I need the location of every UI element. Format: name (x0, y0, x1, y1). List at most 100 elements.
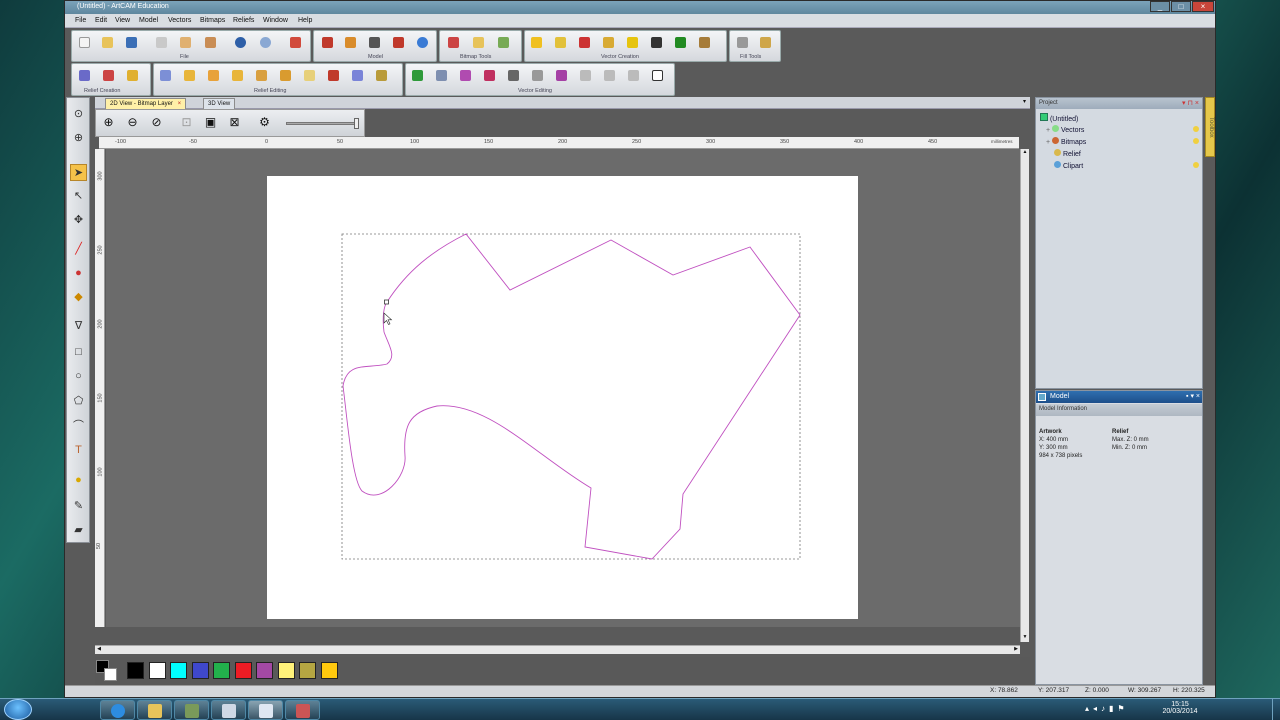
bitmaps-visibility-icon[interactable] (1193, 138, 1199, 144)
panel-pin-icon[interactable]: ▾ ⊓ × (1182, 99, 1199, 107)
menu-vectors[interactable]: Vectors (168, 17, 191, 24)
drop-icon[interactable]: ● (70, 472, 87, 489)
taskbar-internet-explorer[interactable] (100, 700, 135, 720)
clipart-visibility-icon[interactable] (1193, 162, 1199, 168)
relief-mirror-icon[interactable] (301, 67, 318, 84)
vector-node-edit-icon[interactable] (409, 67, 426, 84)
color-swatch[interactable] (213, 662, 230, 679)
paste-icon[interactable] (202, 34, 219, 51)
brightness-slider[interactable] (286, 118, 359, 129)
tabs-dropdown-icon[interactable]: ▾ (1023, 98, 1026, 105)
copy-icon[interactable] (177, 34, 194, 51)
zoom-box-icon[interactable]: ⊡ (178, 115, 195, 132)
project-item-bitmaps[interactable]: + Bitmaps (1046, 137, 1086, 146)
color-swatch[interactable] (170, 662, 187, 679)
polygon-icon[interactable]: ⬠ (70, 393, 87, 410)
bitmap-vectorise-icon[interactable] (495, 34, 512, 51)
relief-scale-icon[interactable] (181, 67, 198, 84)
two-rail-sweep-icon[interactable] (124, 67, 141, 84)
vector-fillet-icon[interactable] (529, 67, 546, 84)
menu-reliefs[interactable]: Reliefs (233, 17, 254, 24)
color-swatch[interactable] (148, 662, 166, 679)
relief-fade-icon[interactable] (229, 67, 246, 84)
vector-grid-icon[interactable] (672, 34, 689, 51)
menu-bitmaps[interactable]: Bitmaps (200, 17, 225, 24)
fill-offset-icon[interactable] (757, 34, 774, 51)
vector-star-icon[interactable] (624, 34, 641, 51)
zoom-in-icon[interactable]: ⊕ (100, 115, 117, 132)
relief-zero-icon[interactable] (277, 67, 294, 84)
polyline-icon[interactable]: ╱ (70, 241, 87, 258)
menu-help[interactable]: Help (298, 17, 312, 24)
relief-bevel-icon[interactable] (373, 67, 390, 84)
globe-grid-icon[interactable]: ⊕ (70, 130, 87, 147)
zoom-out-icon[interactable]: ⊖ (124, 115, 141, 132)
fill-bucket-icon[interactable]: ◆ (70, 289, 87, 306)
text-tool-icon[interactable]: T (70, 442, 87, 459)
relief-diamond-icon[interactable] (349, 67, 366, 84)
undo-icon[interactable] (232, 34, 249, 51)
vector-transform-icon[interactable] (433, 67, 450, 84)
circle-icon[interactable]: ○ (70, 368, 87, 385)
model-globe-icon[interactable] (414, 34, 431, 51)
vertical-scrollbar[interactable]: ▲ ▼ (1020, 149, 1029, 642)
bezier-icon[interactable]: ∇ (70, 318, 87, 335)
color-swatch[interactable] (127, 662, 144, 679)
horizontal-scrollbar[interactable]: ◀ ▶ (95, 645, 1020, 654)
color-swatch[interactable] (320, 662, 338, 679)
save-icon[interactable] (123, 34, 140, 51)
show-desktop-button[interactable] (1272, 699, 1280, 720)
extrude-icon[interactable] (100, 67, 117, 84)
vector-close-icon[interactable] (625, 67, 642, 84)
cut-icon[interactable] (153, 34, 170, 51)
color-swatch[interactable] (191, 662, 209, 679)
tab-3d-view[interactable]: 3D View (203, 98, 236, 109)
tab-close-icon[interactable]: × (178, 101, 182, 107)
vectors-visibility-icon[interactable] (1193, 126, 1199, 132)
scroll-left-icon[interactable]: ◀ (95, 646, 103, 654)
redo-icon[interactable] (257, 34, 274, 51)
scroll-down-icon[interactable]: ▼ (1021, 634, 1029, 642)
vector-node-handle[interactable] (384, 299, 389, 305)
toolbox-tab[interactable]: Toolbox (1205, 97, 1215, 157)
minimize-button[interactable]: _ (1150, 1, 1170, 12)
bitmap-fill-icon[interactable] (470, 34, 487, 51)
slider-handle[interactable] (354, 118, 359, 129)
system-clock[interactable]: 15:15 20/03/2014 (1160, 701, 1200, 715)
view-settings-icon[interactable]: ⚙ (256, 115, 273, 132)
relief-offset-icon[interactable] (205, 67, 222, 84)
system-tray-icons[interactable]: ▴◂♪▮⚑ (1085, 704, 1129, 713)
menu-window[interactable]: Window (263, 17, 288, 24)
menu-edit[interactable]: Edit (95, 17, 107, 24)
vector-join-icon[interactable] (601, 67, 618, 84)
model-resolution-icon[interactable] (366, 34, 383, 51)
scroll-up-icon[interactable]: ▲ (1021, 149, 1029, 157)
vector-trim-icon[interactable] (481, 67, 498, 84)
model-setup-icon[interactable] (319, 34, 336, 51)
new-file-icon[interactable] (76, 34, 93, 51)
zoom-fit-icon[interactable]: ⊙ (70, 106, 87, 123)
brush-icon[interactable]: ✎ (70, 498, 87, 515)
scroll-right-icon[interactable]: ▶ (1012, 646, 1020, 654)
open-folder-icon[interactable] (99, 34, 116, 51)
color-swatch[interactable] (234, 662, 252, 679)
vector-arrow-icon[interactable] (552, 34, 569, 51)
model-panel-controls-icon[interactable]: ▪ ▾ × (1186, 392, 1200, 400)
eraser-icon[interactable]: ▰ (70, 522, 87, 539)
menu-file[interactable]: File (75, 17, 86, 24)
vector-rotate-icon[interactable] (577, 67, 594, 84)
relief-smooth-icon[interactable] (157, 67, 174, 84)
vector-weld-icon[interactable] (457, 67, 474, 84)
primary-secondary-color[interactable] (96, 660, 118, 682)
zoom-model-icon[interactable]: ▣ (202, 115, 219, 132)
vector-group-icon[interactable] (553, 67, 570, 84)
project-item-clipart[interactable]: Clipart (1054, 161, 1083, 170)
model-size-icon[interactable] (342, 34, 359, 51)
model-page[interactable] (267, 176, 858, 619)
close-button[interactable]: × (1192, 1, 1214, 12)
vector-layers-icon[interactable] (696, 34, 713, 51)
select-arrow-icon[interactable]: ➤ (70, 164, 87, 181)
vector-cross-icon[interactable] (576, 34, 593, 51)
project-item-vectors[interactable]: + Vectors (1046, 125, 1084, 134)
transform-icon[interactable]: ✥ (70, 212, 87, 229)
